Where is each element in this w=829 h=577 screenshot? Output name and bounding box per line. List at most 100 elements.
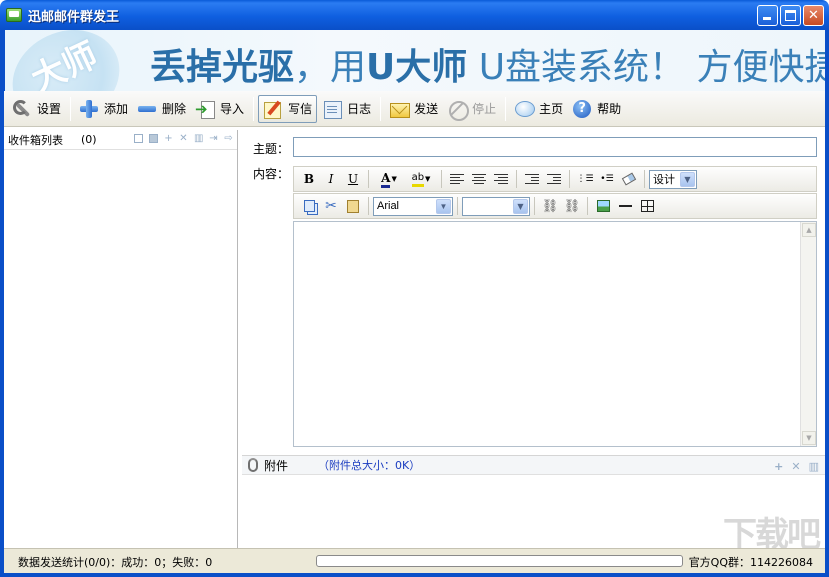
editor-separator xyxy=(644,170,645,188)
scissors-icon: ✂ xyxy=(325,198,337,214)
delete-button[interactable]: 删除 xyxy=(133,95,190,123)
settings-label: 设置 xyxy=(37,102,62,116)
slogan-part-3: U大师 xyxy=(366,47,468,88)
chevron-down-icon: ▼ xyxy=(391,175,397,183)
insert-image-button[interactable] xyxy=(593,196,613,216)
chevron-down-icon: ▼ xyxy=(436,198,451,214)
font-family-value: Arial xyxy=(377,200,400,212)
select-none-icon[interactable] xyxy=(149,134,158,143)
banner-slogan: 丢掉光驱，用U大师 U盘装系统！ 方便快捷 xyxy=(150,38,825,90)
email-body-editor[interactable]: ▲ ▼ xyxy=(293,221,817,447)
stop-button[interactable]: 停止 xyxy=(443,95,500,123)
import-button[interactable]: 导入 xyxy=(191,95,248,123)
subject-input[interactable] xyxy=(293,137,817,157)
italic-button[interactable]: I xyxy=(321,169,341,189)
recipient-count: (0) xyxy=(81,133,97,146)
chevron-down-icon: ▼ xyxy=(513,198,528,214)
remove-attachment-icon[interactable]: ✕ xyxy=(791,460,800,473)
scroll-down-icon[interactable]: ▼ xyxy=(802,431,816,445)
send-statistics: 数据发送统计(0/0)：成功：0；失败：0 xyxy=(18,556,213,569)
underline-button[interactable]: U xyxy=(343,169,363,189)
cut-button[interactable]: ✂ xyxy=(321,196,341,216)
settings-button[interactable]: 设置 xyxy=(8,95,65,123)
toolbar-separator xyxy=(380,96,382,121)
minus-icon xyxy=(137,99,157,119)
compose-panel: 主题： 内容： B I U A ▼ ab ▼ ⋮☰ •☰ 设计 ▼ ✂ Arial ▼ … xyxy=(242,130,825,555)
stop-label: 停止 xyxy=(472,102,497,116)
horizontal-rule-icon xyxy=(618,205,632,207)
log-button[interactable]: 日志 xyxy=(318,95,375,123)
add-attachment-icon[interactable]: + xyxy=(774,460,783,473)
horizontal-rule-button[interactable] xyxy=(615,196,635,216)
remove-recipient-icon[interactable]: ✕ xyxy=(179,134,188,144)
stop-icon xyxy=(447,99,470,121)
help-icon xyxy=(572,99,592,119)
ad-banner[interactable]: 大师 丢掉光驱，用U大师 U盘装系统！ 方便快捷 xyxy=(4,30,825,91)
import-list-icon[interactable]: ⇥ xyxy=(209,134,218,144)
trash-icon[interactable]: ▥ xyxy=(194,134,203,144)
highlight-icon: ab xyxy=(411,172,425,187)
scroll-up-icon[interactable]: ▲ xyxy=(802,223,816,237)
maximize-icon xyxy=(785,10,796,21)
eraser-button[interactable] xyxy=(619,169,639,189)
image-icon xyxy=(596,200,610,212)
copy-button[interactable] xyxy=(299,196,319,216)
slogan-part-1: 丢掉光驱 xyxy=(150,47,295,88)
recipient-list-header: 收件箱列表 (0) + ✕ ▥ ⇥ ⇨ xyxy=(4,130,237,150)
paperclip-icon xyxy=(248,458,258,472)
home-button[interactable]: 主页 xyxy=(510,95,567,123)
align-center-icon xyxy=(472,173,486,185)
font-color-button[interactable]: A ▼ xyxy=(374,169,404,189)
editor-separator xyxy=(587,197,588,215)
align-right-button[interactable] xyxy=(491,169,511,189)
paste-button[interactable] xyxy=(343,196,363,216)
close-button[interactable]: ✕ xyxy=(803,5,824,26)
add-button[interactable]: 添加 xyxy=(75,95,132,123)
recipient-list-title: 收件箱列表 xyxy=(8,133,63,147)
bold-button[interactable]: B xyxy=(299,169,319,189)
indent-button[interactable] xyxy=(544,169,564,189)
editor-separator xyxy=(457,197,458,215)
highlight-color-button[interactable]: ab ▼ xyxy=(406,169,436,189)
align-right-icon xyxy=(494,173,508,185)
add-recipient-icon[interactable]: + xyxy=(164,134,173,144)
outdent-button[interactable] xyxy=(522,169,542,189)
slogan-part-4: U盘装系统！ 方便快捷 xyxy=(467,47,825,88)
export-list-icon[interactable]: ⇨ xyxy=(224,134,233,144)
close-icon: ✕ xyxy=(808,8,819,23)
write-button[interactable]: 写信 xyxy=(258,94,318,123)
align-left-button[interactable] xyxy=(447,169,467,189)
editor-mode-value: 设计 xyxy=(653,173,675,186)
send-button[interactable]: 发送 xyxy=(385,95,442,123)
toolbar-separator xyxy=(70,96,72,121)
clear-attachments-icon[interactable]: ▥ xyxy=(809,460,819,473)
delete-label: 删除 xyxy=(162,102,187,116)
window-title: 迅邮邮件群发王 xyxy=(28,9,120,25)
minimize-button[interactable] xyxy=(757,5,778,26)
insert-link-button[interactable]: ⛓ xyxy=(540,196,560,216)
editor-mode-select[interactable]: 设计 ▼ xyxy=(649,169,697,189)
select-all-icon[interactable] xyxy=(134,134,143,143)
window-frame-right xyxy=(825,30,829,577)
indent-icon xyxy=(547,173,561,185)
editor-separator xyxy=(569,170,570,188)
insert-table-button[interactable] xyxy=(637,196,657,216)
editor-toolbar-format: B I U A ▼ ab ▼ ⋮☰ •☰ 设计 ▼ xyxy=(293,166,817,192)
ordered-list-button[interactable]: ⋮☰ xyxy=(575,169,595,189)
paste-icon xyxy=(347,199,359,213)
official-qq-group: 官方QQ群：114226084 xyxy=(688,556,813,569)
maximize-button[interactable] xyxy=(780,5,801,26)
help-label: 帮助 xyxy=(597,102,622,116)
editor-scrollbar[interactable]: ▲ ▼ xyxy=(800,222,816,446)
font-size-select[interactable]: ▼ xyxy=(462,196,530,216)
help-button[interactable]: 帮助 xyxy=(568,95,625,123)
unordered-list-button[interactable]: •☰ xyxy=(597,169,617,189)
editor-toolbar-insert: ✂ Arial ▼ ▼ ⛓ ⛓ xyxy=(293,193,817,219)
align-center-button[interactable] xyxy=(469,169,489,189)
speech-bubble-icon xyxy=(514,99,536,119)
log-icon xyxy=(322,99,343,119)
envelope-icon xyxy=(389,99,411,119)
window-frame-bottom xyxy=(0,573,829,577)
remove-link-button[interactable]: ⛓ xyxy=(562,196,582,216)
font-family-select[interactable]: Arial ▼ xyxy=(373,196,453,216)
